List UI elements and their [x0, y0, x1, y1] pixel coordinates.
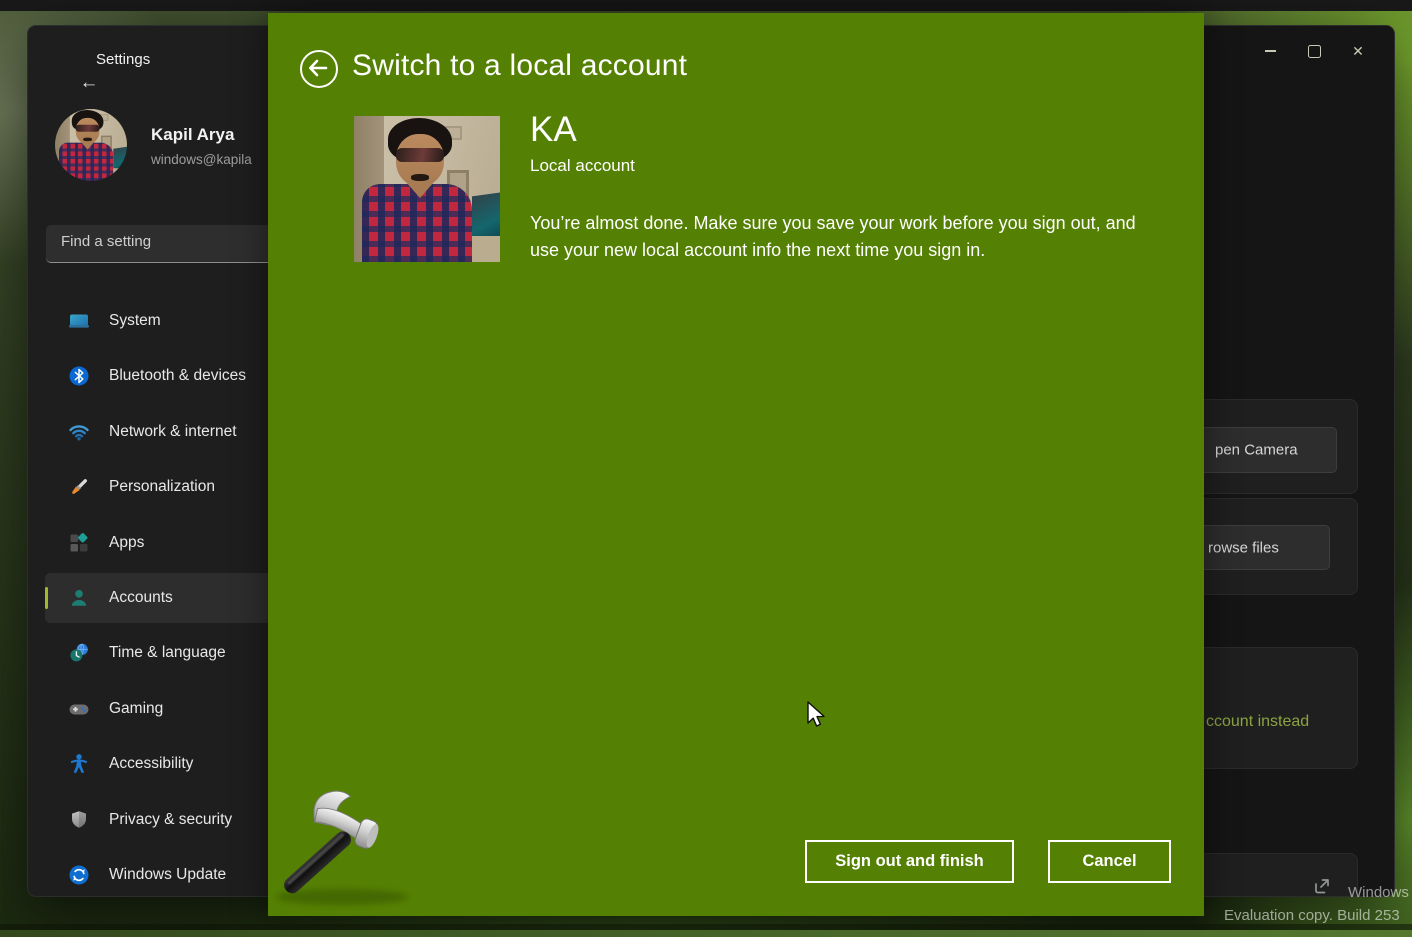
minimize-icon — [1265, 50, 1276, 52]
open-camera-label: pen Camera — [1215, 442, 1298, 459]
sidebar-nav: System Bluetooth & devices Network & int… — [45, 296, 293, 897]
profile-email: windows@kapila — [151, 152, 252, 167]
sidebar-item-accessibility[interactable]: Accessibility — [45, 739, 293, 789]
sidebar-item-personalization[interactable]: Personalization — [45, 462, 293, 512]
sidebar-item-system[interactable]: System — [45, 296, 293, 346]
search-input[interactable] — [46, 225, 281, 250]
sign-out-and-finish-button[interactable]: Sign out and finish — [805, 840, 1014, 883]
update-icon — [68, 864, 90, 886]
hammer-watermark-icon — [281, 785, 399, 909]
local-account-link[interactable]: ccount instead — [1206, 713, 1309, 731]
gamepad-icon — [68, 698, 90, 720]
back-arrow-icon — [299, 49, 337, 87]
sidebar-item-privacy[interactable]: Privacy & security — [45, 795, 293, 845]
active-pill — [45, 587, 48, 609]
avatar-photo — [55, 109, 127, 181]
apps-icon — [68, 532, 90, 554]
account-photo — [354, 116, 500, 262]
sidebar-item-windows-update[interactable]: Windows Update — [45, 850, 293, 897]
sidebar-item-bluetooth[interactable]: Bluetooth & devices — [45, 351, 293, 401]
maximize-button[interactable] — [1292, 34, 1336, 68]
sidebar-item-accounts[interactable]: Accounts — [45, 573, 293, 623]
dialog-title: Switch to a local account — [352, 49, 687, 83]
close-icon: ✕ — [1352, 43, 1364, 60]
clock-globe-icon — [68, 642, 90, 664]
sidebar-item-gaming[interactable]: Gaming — [45, 684, 293, 734]
account-initials: KA — [530, 110, 577, 150]
profile-name: Kapil Arya — [151, 125, 234, 145]
account-type-label: Local account — [530, 156, 635, 176]
window-title: Settings — [96, 51, 150, 68]
mouse-cursor — [803, 700, 827, 730]
close-button[interactable]: ✕ — [1336, 34, 1380, 68]
top-screen-strip — [0, 0, 1412, 11]
windows-watermark-line1: Windows 1 — [1348, 884, 1412, 901]
browse-files-label: rowse files — [1208, 539, 1279, 556]
accessibility-icon — [68, 753, 90, 775]
sidebar-item-apps[interactable]: Apps — [45, 518, 293, 568]
wifi-icon — [68, 421, 90, 443]
display-icon — [68, 310, 90, 332]
dialog-back-button[interactable] — [300, 50, 338, 88]
external-link-icon — [1312, 876, 1332, 896]
brush-icon — [68, 476, 90, 498]
maximize-icon — [1308, 45, 1321, 58]
window-controls: ✕ — [1248, 34, 1380, 68]
back-icon[interactable]: ← — [76, 70, 102, 96]
dialog-description: You’re almost done. Make sure you save y… — [530, 210, 1150, 264]
wallpaper-band — [0, 930, 1412, 937]
sidebar-item-network[interactable]: Network & internet — [45, 407, 293, 457]
bluetooth-icon — [68, 365, 90, 387]
shield-icon — [68, 809, 90, 831]
sidebar-item-time-language[interactable]: Time & language — [45, 628, 293, 678]
account-photo-image — [354, 116, 500, 262]
cancel-button[interactable]: Cancel — [1048, 840, 1171, 883]
windows-watermark-line2: Evaluation copy. Build 253 — [1224, 907, 1400, 924]
minimize-button[interactable] — [1248, 34, 1292, 68]
avatar[interactable] — [55, 109, 127, 181]
person-icon — [68, 587, 90, 609]
switch-local-account-dialog: Switch to a local account KA Local accou… — [268, 13, 1204, 916]
